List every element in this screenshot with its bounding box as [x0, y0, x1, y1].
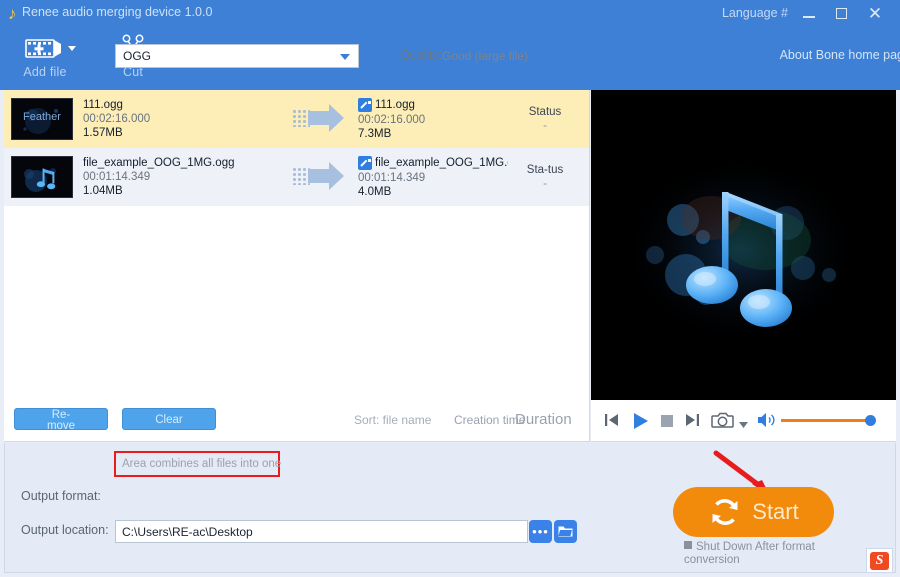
- add-file-label: Add file: [23, 65, 67, 79]
- output-file-name: file_example_OOG_1MG.ogg: [375, 157, 508, 169]
- edit-pencil-icon[interactable]: [358, 98, 372, 112]
- output-location-value: C:\Users\RE-ac\Desktop: [122, 524, 253, 539]
- ime-indicator[interactable]: S: [866, 548, 893, 573]
- start-label: Start: [752, 499, 799, 524]
- volume-slider[interactable]: [781, 419, 871, 422]
- convert-arrow-icon: [288, 156, 358, 198]
- output-file-duration: 00:01:14.349: [358, 172, 426, 184]
- output-format-value: OGG: [123, 49, 152, 63]
- output-file-duration: 00:02:16.000: [358, 114, 426, 126]
- skip-previous-icon[interactable]: [601, 410, 621, 435]
- output-location-input[interactable]: C:\Users\RE-ac\Desktop: [115, 520, 528, 543]
- output-file-name: 111.ogg: [375, 99, 415, 111]
- sogou-logo: S: [870, 551, 889, 570]
- open-folder-button[interactable]: [554, 520, 577, 543]
- clear-button[interactable]: Clear: [122, 408, 216, 430]
- file-list[interactable]: Feather 111.ogg 00:02:16.000 1.57MB 111.…: [4, 90, 590, 400]
- maximize-icon: [835, 8, 847, 19]
- thumbnail-label: Feather: [23, 111, 61, 123]
- volume-slider-knob[interactable]: [865, 415, 876, 426]
- output-file-size: 4.0MB: [358, 186, 392, 198]
- close-button[interactable]: ✕: [862, 3, 888, 25]
- source-file-size: 1.04MB: [83, 185, 123, 197]
- merge-hint-annotation: Area combines all files into one: [114, 451, 282, 477]
- language-selector[interactable]: Language #: [722, 6, 788, 20]
- stop-icon[interactable]: [659, 413, 675, 434]
- output-file-name-row[interactable]: 111.ogg: [358, 98, 508, 112]
- start-button[interactable]: Start: [673, 487, 834, 537]
- about-home-link[interactable]: About Bone home pag: [780, 48, 900, 62]
- minimize-button[interactable]: [796, 3, 822, 25]
- status-label: Sta-tus: [526, 164, 564, 176]
- status-label: Status: [528, 106, 562, 118]
- minimize-icon: [803, 16, 815, 18]
- table-row[interactable]: Feather 111.ogg 00:02:16.000 1.57MB 111.…: [4, 90, 589, 148]
- title-bar[interactable]: ♪ Renee audio merging device 1.0.0 Langu…: [0, 0, 900, 28]
- quality-select[interactable]: Good (large file): [440, 44, 578, 68]
- edit-pencil-icon[interactable]: [358, 156, 372, 170]
- source-file-duration: 00:02:16.000: [83, 113, 151, 125]
- output-format-label: Output format:: [21, 489, 101, 503]
- sort-by-duration[interactable]: Duration: [515, 411, 572, 428]
- camera-icon[interactable]: [711, 409, 737, 436]
- thumbnail: Feather: [11, 98, 73, 140]
- app-window: ♪ Renee audio merging device 1.0.0 Langu…: [0, 0, 900, 577]
- chevron-down-icon[interactable]: [739, 416, 748, 434]
- output-location-label: Output location:: [21, 523, 109, 537]
- quality-label: Quality:: [400, 48, 443, 62]
- film-plus-icon: [8, 33, 82, 63]
- chevron-down-icon: [340, 54, 350, 60]
- folder-icon: [558, 526, 573, 537]
- checkbox-icon[interactable]: [684, 541, 692, 549]
- merge-hint-text: Area combines all files into one: [122, 458, 282, 470]
- output-file-info: 111.ogg 00:02:16.000 7.3MB: [358, 98, 508, 140]
- source-file-info: file_example_OOG_1MG.ogg 00:01:14.349 1.…: [83, 157, 288, 197]
- browse-folder-button[interactable]: •••: [529, 520, 552, 543]
- output-file-name-row[interactable]: file_example_OOG_1MG.ogg: [358, 156, 508, 170]
- shutdown-checkbox[interactable]: Shut Down After format conversion: [684, 541, 864, 567]
- table-row[interactable]: file_example_OOG_1MG.ogg 00:01:14.349 1.…: [4, 148, 589, 206]
- status-value: -: [543, 178, 547, 190]
- output-file-info: file_example_OOG_1MG.ogg 00:01:14.349 4.…: [358, 156, 508, 198]
- album-art-music-note: [591, 90, 896, 400]
- preview-panel[interactable]: [591, 90, 896, 400]
- remove-button[interactable]: Re- move: [14, 408, 108, 432]
- list-toolbar: Re- move Clear Sort: file name Creation …: [4, 400, 590, 442]
- maximize-button[interactable]: [828, 3, 854, 25]
- source-file-size: 1.57MB: [83, 127, 123, 139]
- status-cell: Sta-tus -: [508, 163, 582, 191]
- status-cell: Status -: [508, 105, 582, 133]
- window-title: Renee audio merging device 1.0.0: [22, 5, 213, 19]
- output-format-select[interactable]: OGG: [115, 44, 359, 68]
- player-controls: [591, 400, 896, 442]
- quality-value: Good (large file): [442, 49, 529, 63]
- thumbnail: [11, 156, 73, 198]
- shutdown-label: Shut Down After format conversion: [684, 541, 815, 566]
- source-file-name: 111.ogg: [83, 99, 123, 111]
- output-file-size: 7.3MB: [358, 128, 392, 140]
- add-file-button[interactable]: Add file: [8, 33, 82, 85]
- source-file-duration: 00:01:14.349: [83, 171, 151, 183]
- chevron-down-icon[interactable]: [68, 46, 76, 51]
- speaker-icon[interactable]: [757, 411, 777, 434]
- chevron-down-icon: [564, 53, 574, 59]
- source-file-name: file_example_OOG_1MG.ogg: [83, 157, 235, 169]
- convert-arrow-icon: [288, 98, 358, 140]
- refresh-cycle-icon: [712, 499, 738, 525]
- skip-next-icon[interactable]: [683, 410, 703, 435]
- status-value: -: [543, 120, 547, 132]
- source-file-info: 111.ogg 00:02:16.000 1.57MB: [83, 99, 288, 139]
- remove-label-line2: move: [46, 420, 76, 432]
- sort-by-filename[interactable]: Sort: file name: [354, 413, 431, 427]
- play-icon[interactable]: [629, 410, 651, 437]
